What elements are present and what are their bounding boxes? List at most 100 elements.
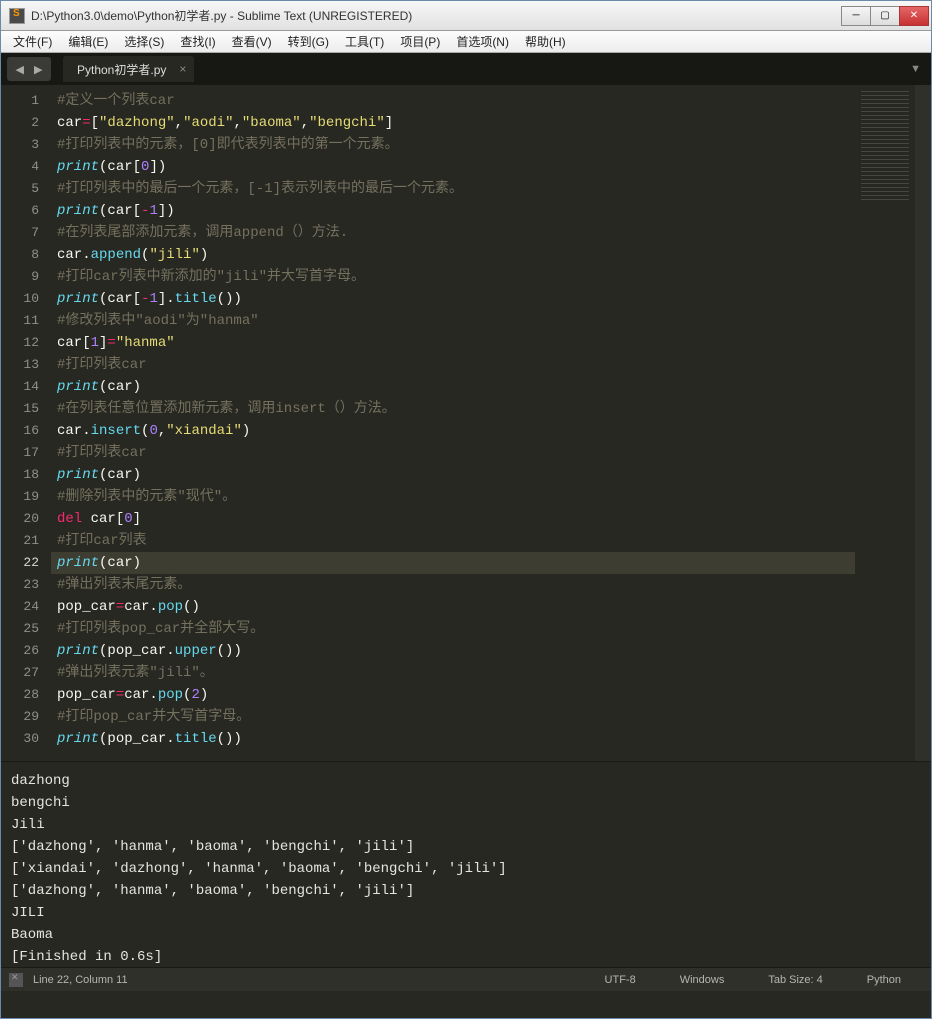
- status-tab-size[interactable]: Tab Size: 4: [746, 974, 844, 986]
- tab-close-icon[interactable]: ×: [179, 62, 186, 76]
- status-panel-icon[interactable]: [9, 973, 23, 987]
- code-line[interactable]: #打印列表pop_car并全部大写。: [57, 618, 855, 640]
- nav-forward-icon[interactable]: ▶: [29, 63, 47, 76]
- menu-help[interactable]: 帮助(H): [517, 31, 574, 52]
- code-line[interactable]: pop_car=car.pop(): [57, 596, 855, 618]
- code-line[interactable]: car.insert(0,"xiandai"): [57, 420, 855, 442]
- menu-goto[interactable]: 转到(G): [280, 31, 337, 52]
- nav-back-icon[interactable]: ◀: [11, 63, 29, 76]
- menu-file[interactable]: 文件(F): [5, 31, 60, 52]
- line-number: 11: [1, 310, 51, 332]
- nav-arrows[interactable]: ◀ ▶: [7, 57, 51, 81]
- status-cursor-position: Line 22, Column 11: [33, 974, 128, 986]
- code-line[interactable]: #删除列表中的元素"现代"。: [57, 486, 855, 508]
- tab-active[interactable]: Python初学者.py ×: [63, 56, 194, 82]
- build-output-panel[interactable]: dazhong bengchi Jili ['dazhong', 'hanma'…: [1, 761, 931, 967]
- code-line[interactable]: #在列表尾部添加元素，调用append（）方法.: [57, 222, 855, 244]
- line-number: 12: [1, 332, 51, 354]
- code-line[interactable]: print(car): [57, 464, 855, 486]
- menu-view[interactable]: 查看(V): [224, 31, 280, 52]
- status-encoding[interactable]: UTF-8: [583, 974, 658, 986]
- code-line[interactable]: #打印pop_car并大写首字母。: [57, 706, 855, 728]
- line-number: 19: [1, 486, 51, 508]
- code-line[interactable]: #弹出列表元素"jili"。: [57, 662, 855, 684]
- line-number: 18: [1, 464, 51, 486]
- status-line-endings[interactable]: Windows: [658, 974, 747, 986]
- line-number: 1: [1, 90, 51, 112]
- editor[interactable]: 1234567891011121314151617181920212223242…: [1, 85, 931, 761]
- code-line[interactable]: pop_car=car.pop(2): [57, 684, 855, 706]
- line-number: 22: [1, 552, 51, 574]
- window-titlebar: D:\Python3.0\demo\Python初学者.py - Sublime…: [1, 1, 931, 31]
- menu-select[interactable]: 选择(S): [116, 31, 172, 52]
- code-line[interactable]: #打印列表中的元素，[0]即代表列表中的第一个元素。: [57, 134, 855, 156]
- line-number: 26: [1, 640, 51, 662]
- menu-prefs[interactable]: 首选项(N): [448, 31, 517, 52]
- line-number: 30: [1, 728, 51, 750]
- code-line[interactable]: #定义一个列表car: [57, 90, 855, 112]
- code-line[interactable]: print(pop_car.title()): [57, 728, 855, 750]
- tabbar-menu-icon[interactable]: ▼: [910, 63, 921, 75]
- app-icon: [9, 8, 25, 24]
- code-line[interactable]: print(car[0]): [57, 156, 855, 178]
- line-number: 3: [1, 134, 51, 156]
- code-area[interactable]: #定义一个列表carcar=["dazhong","aodi","baoma",…: [51, 85, 855, 761]
- window-title: D:\Python3.0\demo\Python初学者.py - Sublime…: [31, 7, 842, 24]
- close-button[interactable]: ✕: [899, 6, 929, 26]
- menu-find[interactable]: 查找(I): [172, 31, 223, 52]
- code-line[interactable]: print(car[-1].title()): [57, 288, 855, 310]
- code-line[interactable]: #打印car列表中新添加的"jili"并大写首字母。: [57, 266, 855, 288]
- line-number: 16: [1, 420, 51, 442]
- code-line[interactable]: #打印列表car: [57, 442, 855, 464]
- code-line[interactable]: #弹出列表末尾元素。: [57, 574, 855, 596]
- code-line[interactable]: #在列表任意位置添加新元素，调用insert（）方法。: [57, 398, 855, 420]
- line-number: 17: [1, 442, 51, 464]
- code-line[interactable]: print(pop_car.upper()): [57, 640, 855, 662]
- code-line[interactable]: car.append("jili"): [57, 244, 855, 266]
- line-number: 24: [1, 596, 51, 618]
- line-number: 25: [1, 618, 51, 640]
- code-line[interactable]: #打印列表中的最后一个元素，[-1]表示列表中的最后一个元素。: [57, 178, 855, 200]
- line-number: 7: [1, 222, 51, 244]
- line-number: 28: [1, 684, 51, 706]
- code-line[interactable]: car=["dazhong","aodi","baoma","bengchi"]: [57, 112, 855, 134]
- line-number: 15: [1, 398, 51, 420]
- line-number: 23: [1, 574, 51, 596]
- line-number: 6: [1, 200, 51, 222]
- vertical-scrollbar[interactable]: [915, 85, 931, 761]
- tab-label: Python初学者.py: [77, 61, 166, 78]
- line-number: 9: [1, 266, 51, 288]
- line-number: 14: [1, 376, 51, 398]
- minimap[interactable]: [855, 85, 915, 761]
- line-number: 29: [1, 706, 51, 728]
- line-number: 13: [1, 354, 51, 376]
- code-line[interactable]: #修改列表中"aodi"为"hanma": [57, 310, 855, 332]
- minimize-button[interactable]: ─: [841, 6, 871, 26]
- line-number: 5: [1, 178, 51, 200]
- code-line[interactable]: del car[0]: [57, 508, 855, 530]
- code-line[interactable]: print(car): [57, 376, 855, 398]
- line-number: 8: [1, 244, 51, 266]
- line-number: 27: [1, 662, 51, 684]
- line-number: 2: [1, 112, 51, 134]
- gutter: 1234567891011121314151617181920212223242…: [1, 85, 51, 761]
- line-number: 10: [1, 288, 51, 310]
- tabbar: ◀ ▶ Python初学者.py × ▼: [1, 53, 931, 85]
- minimap-content: [861, 91, 909, 201]
- code-line[interactable]: #打印car列表: [57, 530, 855, 552]
- menubar: 文件(F) 编辑(E) 选择(S) 查找(I) 查看(V) 转到(G) 工具(T…: [1, 31, 931, 53]
- line-number: 20: [1, 508, 51, 530]
- menu-project[interactable]: 项目(P): [392, 31, 448, 52]
- menu-edit[interactable]: 编辑(E): [60, 31, 116, 52]
- line-number: 21: [1, 530, 51, 552]
- status-syntax[interactable]: Python: [845, 974, 923, 986]
- code-line[interactable]: #打印列表car: [57, 354, 855, 376]
- maximize-button[interactable]: ▢: [870, 6, 900, 26]
- code-line[interactable]: print(car): [51, 552, 855, 574]
- code-line[interactable]: car[1]="hanma": [57, 332, 855, 354]
- code-line[interactable]: print(car[-1]): [57, 200, 855, 222]
- statusbar: Line 22, Column 11 UTF-8 Windows Tab Siz…: [1, 967, 931, 991]
- window-controls: ─ ▢ ✕: [842, 6, 929, 26]
- line-number: 4: [1, 156, 51, 178]
- menu-tools[interactable]: 工具(T): [337, 31, 392, 52]
